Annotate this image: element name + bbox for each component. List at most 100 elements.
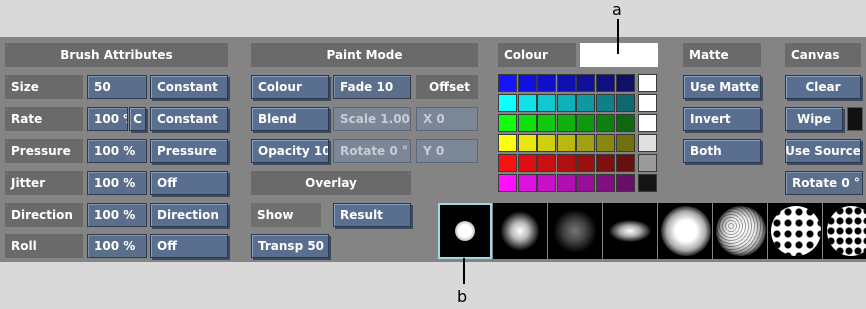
- gray-swatch[interactable]: [638, 74, 657, 92]
- palette-swatch[interactable]: [615, 114, 635, 132]
- palette-swatch[interactable]: [596, 134, 615, 152]
- palette-swatch[interactable]: [537, 114, 557, 132]
- pressure-mode-button[interactable]: Pressure: [150, 139, 228, 163]
- brush-dotted-pattern[interactable]: [768, 203, 822, 259]
- size-mode-button[interactable]: Constant: [150, 75, 228, 99]
- callout-b-line: [463, 258, 465, 284]
- invert-button[interactable]: Invert: [683, 107, 761, 131]
- palette-swatch[interactable]: [576, 174, 596, 192]
- palette-swatch[interactable]: [596, 154, 615, 172]
- palette-swatch[interactable]: [556, 94, 576, 112]
- palette-swatch[interactable]: [498, 114, 517, 132]
- direction-mode-button[interactable]: Direction: [150, 203, 228, 227]
- palette-swatch[interactable]: [596, 94, 615, 112]
- palette-swatch[interactable]: [517, 154, 537, 172]
- palette-swatch[interactable]: [537, 74, 557, 92]
- palette-swatch[interactable]: [556, 174, 576, 192]
- roll-field[interactable]: 100 %: [87, 234, 147, 258]
- brush-attributes-header: Brush Attributes: [5, 43, 228, 67]
- pressure-label: Pressure: [5, 139, 83, 163]
- palette-swatch[interactable]: [556, 134, 576, 152]
- rotate-field[interactable]: Rotate 0 °: [333, 139, 411, 163]
- colour-mode-button[interactable]: Colour: [251, 75, 329, 99]
- palette-swatch[interactable]: [576, 134, 596, 152]
- palette-swatch[interactable]: [596, 74, 615, 92]
- jitter-field[interactable]: 100 %: [87, 171, 147, 195]
- result-button[interactable]: Result: [333, 203, 411, 227]
- callout-a-label: a: [612, 0, 622, 19]
- gray-swatch[interactable]: [638, 134, 657, 152]
- palette-swatch[interactable]: [596, 174, 615, 192]
- palette-swatch[interactable]: [576, 154, 596, 172]
- transparency-field[interactable]: Transp 50 %: [251, 234, 329, 258]
- rate-mode-button[interactable]: Constant: [150, 107, 228, 131]
- palette-swatch[interactable]: [517, 174, 537, 192]
- both-button[interactable]: Both: [683, 139, 761, 163]
- palette-swatch[interactable]: [498, 74, 517, 92]
- palette-swatch[interactable]: [596, 114, 615, 132]
- palette-swatch[interactable]: [576, 74, 596, 92]
- brush-spotted-pattern[interactable]: [823, 203, 866, 259]
- palette-swatch[interactable]: [537, 94, 557, 112]
- fade-field[interactable]: Fade 10: [333, 75, 411, 99]
- palette-swatch[interactable]: [615, 134, 635, 152]
- palette-swatch[interactable]: [615, 154, 635, 172]
- palette-swatch[interactable]: [615, 174, 635, 192]
- wipe-button[interactable]: Wipe: [785, 107, 843, 131]
- gray-swatch[interactable]: [638, 154, 657, 172]
- gray-swatch[interactable]: [638, 174, 657, 192]
- rate-field[interactable]: 100 %: [87, 107, 128, 131]
- opacity-field[interactable]: Opacity 100: [251, 139, 329, 163]
- palette-swatch[interactable]: [498, 94, 517, 112]
- palette-swatch[interactable]: [537, 154, 557, 172]
- palette-swatch[interactable]: [537, 174, 557, 192]
- palette-swatch[interactable]: [517, 74, 537, 92]
- palette-swatch[interactable]: [498, 154, 517, 172]
- offset-y-field[interactable]: Y 0: [416, 139, 478, 163]
- overlay-header: Overlay: [251, 171, 411, 195]
- canvas-rotate-field[interactable]: Rotate 0 °: [785, 171, 863, 195]
- size-field[interactable]: 50: [87, 75, 147, 99]
- jitter-label: Jitter: [5, 171, 83, 195]
- brush-elliptical[interactable]: [603, 203, 657, 259]
- direction-label: Direction: [5, 203, 83, 227]
- current-colour-swatch[interactable]: [580, 43, 658, 67]
- palette-swatch[interactable]: [615, 94, 635, 112]
- brush-hard-round[interactable]: [438, 203, 492, 259]
- palette-swatch[interactable]: [517, 94, 537, 112]
- brush-soft-round[interactable]: [493, 203, 547, 259]
- roll-mode-button[interactable]: Off: [150, 234, 228, 258]
- canvas-header: Canvas: [785, 43, 861, 67]
- palette-swatch[interactable]: [498, 174, 517, 192]
- paint-mode-header: Paint Mode: [251, 43, 478, 67]
- palette-swatch[interactable]: [556, 154, 576, 172]
- palette-swatch[interactable]: [517, 114, 537, 132]
- use-matte-button[interactable]: Use Matte: [683, 75, 761, 99]
- jitter-mode-button[interactable]: Off: [150, 171, 228, 195]
- gray-swatch[interactable]: [638, 114, 657, 132]
- gray-swatch[interactable]: [638, 94, 657, 112]
- pressure-field[interactable]: 100 %: [87, 139, 147, 163]
- callout-b-label: b: [457, 287, 468, 306]
- offset-x-field[interactable]: X 0: [416, 107, 478, 131]
- callout-a-line: [617, 19, 619, 54]
- palette-swatch[interactable]: [556, 74, 576, 92]
- show-option[interactable]: Show: [251, 203, 321, 227]
- direction-field[interactable]: 100 %: [87, 203, 147, 227]
- palette-swatch[interactable]: [615, 74, 635, 92]
- brush-speckled[interactable]: [713, 203, 767, 259]
- palette-swatch[interactable]: [517, 134, 537, 152]
- rate-c-button[interactable]: C: [129, 107, 146, 131]
- palette-swatch[interactable]: [556, 114, 576, 132]
- palette-swatch[interactable]: [537, 134, 557, 152]
- palette-swatch[interactable]: [498, 134, 517, 152]
- scale-field[interactable]: Scale 1.00: [333, 107, 411, 131]
- palette-swatch[interactable]: [576, 114, 596, 132]
- brush-large-soft[interactable]: [658, 203, 712, 259]
- use-source-button[interactable]: Use Source: [785, 139, 861, 163]
- palette-swatch[interactable]: [576, 94, 596, 112]
- wipe-colour-swatch[interactable]: [847, 107, 863, 131]
- blend-button[interactable]: Blend: [251, 107, 329, 131]
- brush-very-soft[interactable]: [548, 203, 602, 259]
- clear-button[interactable]: Clear: [785, 75, 861, 99]
